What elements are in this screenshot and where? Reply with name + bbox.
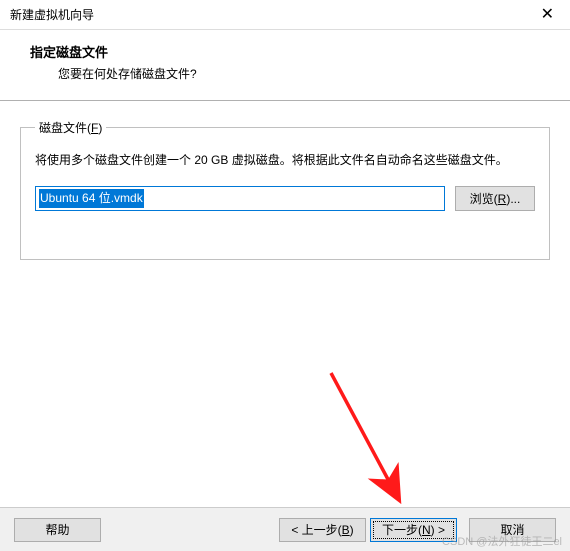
disk-file-description: 将使用多个磁盘文件创建一个 20 GB 虚拟磁盘。将根据此文件名自动命名这些磁盘… (35, 150, 535, 170)
annotation-arrow-icon (326, 368, 446, 528)
cancel-button[interactable]: 取消 (469, 518, 556, 542)
help-button[interactable]: 帮助 (14, 518, 101, 542)
wizard-header: 指定磁盘文件 您要在何处存储磁盘文件? (0, 30, 570, 100)
browse-button[interactable]: 浏览(R)... (455, 186, 535, 211)
disk-file-input-value: Ubuntu 64 位.vmdk (39, 189, 144, 208)
titlebar: 新建虚拟机向导 ✕ (0, 0, 570, 30)
back-button[interactable]: < 上一步(B) (279, 518, 366, 542)
wizard-footer: 帮助 < 上一步(B) 下一步(N) > 取消 (0, 507, 570, 551)
window-title: 新建虚拟机向导 (10, 6, 94, 23)
disk-file-group: 磁盘文件(F) 将使用多个磁盘文件创建一个 20 GB 虚拟磁盘。将根据此文件名… (20, 119, 550, 260)
disk-file-input[interactable]: Ubuntu 64 位.vmdk (35, 186, 445, 211)
close-icon[interactable]: ✕ (535, 7, 560, 23)
disk-file-legend: 磁盘文件(F) (35, 119, 106, 136)
file-row: Ubuntu 64 位.vmdk 浏览(R)... (35, 186, 535, 211)
next-button[interactable]: 下一步(N) > (370, 518, 457, 542)
page-subtitle: 您要在何处存储磁盘文件? (30, 65, 540, 82)
content-area: 磁盘文件(F) 将使用多个磁盘文件创建一个 20 GB 虚拟磁盘。将根据此文件名… (0, 101, 570, 260)
page-title: 指定磁盘文件 (30, 42, 540, 61)
